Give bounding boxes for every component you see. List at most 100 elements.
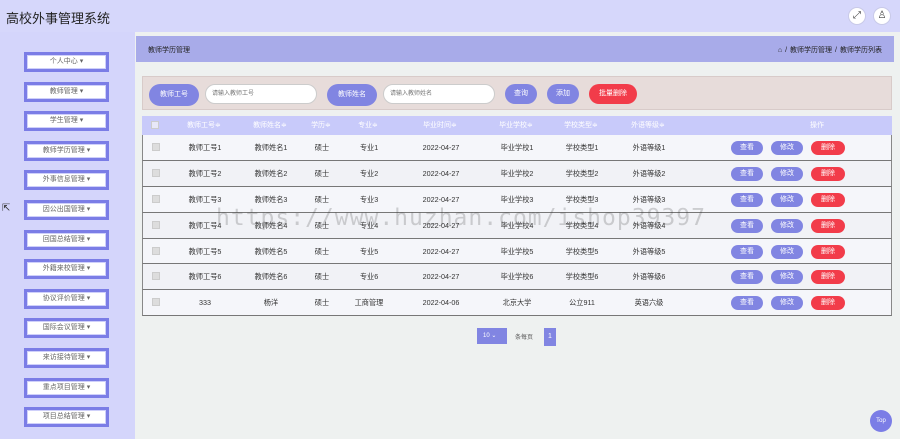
cell-degree: 硕士: [314, 298, 330, 308]
cell-teacher-no: 教师工号6: [188, 272, 222, 282]
edit-button[interactable]: 修改: [771, 296, 803, 311]
sidebar-item[interactable]: 回国总结管理 ▾: [24, 229, 109, 250]
table-row: 教师工号2 教师姓名2 硕士 专业2 2022-04-27 毕业学校2 学校类型2 外语等级2…: [142, 160, 892, 187]
row-checkbox[interactable]: [152, 246, 160, 255]
cell-school: 毕业学校2: [500, 168, 534, 178]
back-to-top-button[interactable]: Top: [870, 410, 892, 432]
edit-button[interactable]: 修改: [771, 244, 803, 259]
cell-teacher-name: 教师姓名1: [254, 143, 288, 152]
view-button[interactable]: 查看: [731, 244, 763, 259]
view-button[interactable]: 查看: [731, 166, 763, 181]
edit-button[interactable]: 修改: [771, 141, 803, 155]
cell-teacher-no: 教师工号5: [188, 246, 222, 256]
edit-button[interactable]: 修改: [771, 192, 803, 207]
cell-major: 专业1: [359, 143, 379, 152]
cell-grad-date: 2022-04-27: [422, 168, 460, 178]
table-row: 教师工号1 教师姓名1 硕士 专业1 2022-04-27 毕业学校1 学校类型1 外语等级1…: [142, 135, 892, 161]
cell-major: 专业2: [359, 168, 379, 178]
header-teacher-no[interactable]: 教师工号≑: [172, 116, 236, 135]
page-size-select[interactable]: 10 ⌄: [477, 328, 507, 344]
teacher-no-input[interactable]: [205, 84, 317, 104]
cell-grad-date: 2022-04-06: [422, 298, 460, 308]
cell-school-type: 学校类型6: [565, 272, 599, 282]
cell-language-level: 外语等级6: [632, 272, 666, 282]
row-checkbox[interactable]: [152, 220, 160, 229]
table-header: 教师工号≑ 教师姓名≑ 学历≑ 专业≑ 毕业时间≑ 毕业学校≑ 学校类型≑ 外语…: [142, 116, 892, 135]
breadcrumb-separator: /: [785, 46, 788, 54]
select-all-checkbox[interactable]: [151, 121, 159, 129]
sidebar-item[interactable]: 外籍来校管理 ▾: [24, 259, 109, 280]
fullscreen-icon[interactable]: ⤢: [848, 7, 866, 25]
breadcrumb-item-manage[interactable]: 教师学历管理: [790, 45, 832, 55]
delete-button[interactable]: 删除: [811, 141, 845, 155]
view-button[interactable]: 查看: [731, 192, 763, 207]
cell-language-level: 外语等级1: [632, 143, 666, 152]
view-button[interactable]: 查看: [731, 141, 763, 155]
delete-button[interactable]: 删除: [811, 296, 845, 311]
view-button[interactable]: 查看: [731, 218, 763, 233]
view-button[interactable]: 查看: [731, 270, 763, 285]
cell-school: 毕业学校5: [500, 246, 534, 256]
sidebar-item[interactable]: 教师管理 ▾: [24, 81, 109, 102]
home-icon[interactable]: ⌂: [778, 47, 782, 54]
row-checkbox[interactable]: [152, 143, 160, 151]
sidebar-item[interactable]: 外事信息管理 ▾: [24, 170, 109, 191]
cell-school: 毕业学校1: [500, 143, 534, 152]
sidebar-item[interactable]: 因公出国管理 ▾: [24, 200, 109, 220]
edit-button[interactable]: 修改: [771, 218, 803, 233]
header-degree[interactable]: 学历≑: [304, 116, 338, 135]
cell-degree: 硕士: [314, 246, 330, 256]
sidebar-item[interactable]: 重点项目管理 ▾: [24, 377, 109, 398]
cell-degree: 硕士: [314, 143, 330, 152]
header-major[interactable]: 专业≑: [340, 116, 396, 135]
cell-language-level: 外语等级5: [632, 246, 666, 256]
delete-button[interactable]: 删除: [811, 192, 845, 207]
cell-language-level: 英语六级: [634, 298, 664, 308]
sidebar-item[interactable]: 协议评价管理 ▾: [24, 288, 109, 309]
edit-button[interactable]: 修改: [771, 166, 803, 181]
cell-grad-date: 2022-04-27: [422, 272, 460, 282]
teacher-name-input[interactable]: [383, 84, 495, 104]
row-checkbox[interactable]: [152, 298, 160, 307]
sidebar-item[interactable]: 学生管理 ▾: [24, 111, 109, 132]
cell-teacher-name: 教师姓名2: [254, 168, 288, 178]
header-school-type[interactable]: 学校类型≑: [550, 116, 612, 135]
delete-button[interactable]: 删除: [811, 270, 845, 285]
delete-button[interactable]: 删除: [811, 166, 845, 181]
cell-school-type: 学校类型5: [565, 246, 599, 256]
page-size-label: 条每页: [515, 335, 534, 341]
header-grad-date[interactable]: 毕业时间≑: [398, 116, 482, 135]
header-school[interactable]: 毕业学校≑: [484, 116, 548, 135]
sidebar-item[interactable]: 个人中心 ▾: [24, 52, 109, 72]
row-checkbox[interactable]: [152, 194, 160, 203]
batch-delete-button[interactable]: 批量删除: [589, 84, 637, 104]
current-page-button[interactable]: 1: [544, 328, 556, 346]
sidebar-item[interactable]: 教师学历管理 ▾: [24, 140, 109, 161]
sidebar-item[interactable]: 国际会议管理 ▾: [24, 318, 109, 339]
user-icon[interactable]: ♙: [873, 7, 891, 25]
watermark-text: https://www.huzhan.com/ishop39397: [216, 205, 706, 231]
table-row: 333 杨洋 硕士 工商管理 2022-04-06 北京大学 公立911 英语六级 查看 修改 删除: [142, 290, 892, 317]
delete-button[interactable]: 删除: [811, 218, 845, 233]
header-actions: 操作: [810, 122, 824, 129]
add-button[interactable]: 添加: [547, 84, 579, 104]
header-teacher-name[interactable]: 教师姓名≑: [238, 116, 302, 135]
page-title: 教师学历管理: [148, 47, 190, 54]
delete-button[interactable]: 删除: [811, 244, 845, 259]
cell-grad-date: 2022-04-27: [422, 246, 460, 256]
top-bar: 高校外事管理系统 ⤢ ♙: [0, 0, 900, 32]
row-checkbox[interactable]: [152, 168, 160, 177]
header-language-level[interactable]: 外语等级≑: [614, 116, 682, 135]
cell-teacher-no: 333: [199, 298, 211, 308]
cell-major: 专业5: [359, 246, 379, 256]
query-button[interactable]: 查询: [505, 84, 537, 104]
edit-button[interactable]: 修改: [771, 270, 803, 285]
view-button[interactable]: 查看: [731, 296, 763, 311]
breadcrumb-bar: 教师学历管理 ⌂ / 教师学历管理 / 教师学历列表: [136, 36, 894, 62]
row-checkbox[interactable]: [152, 272, 160, 281]
breadcrumb: ⌂ / 教师学历管理 / 教师学历列表: [778, 45, 882, 55]
sidebar-item[interactable]: 项目总结管理 ▾: [24, 407, 109, 428]
sidebar-item[interactable]: 来访接待管理 ▾: [24, 348, 109, 368]
cell-degree: 硕士: [314, 272, 330, 282]
cell-major: 专业6: [359, 272, 379, 282]
